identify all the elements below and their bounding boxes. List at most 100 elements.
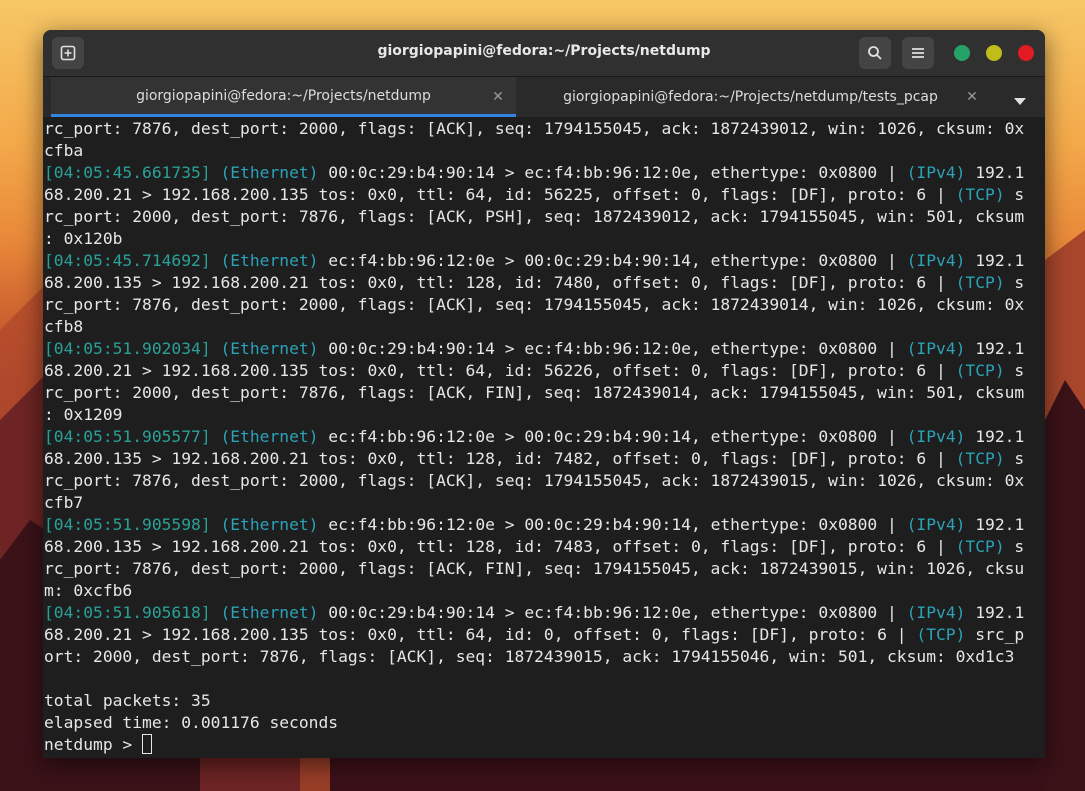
output-text: 192.1 <box>965 515 1025 534</box>
output-text: rc_port: 7876, dest_port: 2000, flags: [… <box>44 119 1025 138</box>
output-text: : 0x1209 <box>44 405 123 424</box>
terminal-line: 68.200.135 > 192.168.200.21 tos: 0x0, tt… <box>44 272 1044 294</box>
terminal-line: ort: 2000, dest_port: 7876, flags: [ACK]… <box>44 646 1044 668</box>
protocol-tag-tcp: (TCP) <box>955 537 1005 556</box>
terminal-line: cfb7 <box>44 492 1044 514</box>
tab-tests-pcap[interactable]: giorgiopapini@fedora:~/Projects/netdump/… <box>518 77 983 117</box>
terminal-line: 68.200.135 > 192.168.200.21 tos: 0x0, tt… <box>44 448 1044 470</box>
output-text: cfb8 <box>44 317 84 336</box>
protocol-tag-ethernet: (Ethernet) <box>220 603 319 622</box>
output-text: ec:f4:bb:96:12:0e > 00:0c:29:b4:90:14, e… <box>318 427 907 446</box>
output-text: src_p <box>965 625 1025 644</box>
terminal-line: elapsed time: 0.001176 seconds <box>44 712 1044 734</box>
terminal-line: [04:05:51.902034] (Ethernet) 00:0c:29:b4… <box>44 338 1044 360</box>
output-text: 192.1 <box>965 163 1025 182</box>
protocol-tag-tcp: (TCP) <box>955 273 1005 292</box>
text-cursor <box>142 734 153 754</box>
protocol-tag-tcp: (TCP) <box>955 361 1005 380</box>
protocol-tag-ethernet: (Ethernet) <box>220 339 319 358</box>
output-text: cfb7 <box>44 493 84 512</box>
output-text: s <box>1004 273 1025 292</box>
summary-text: total packets: 35 <box>44 691 211 710</box>
protocol-tag-ipv4: (IPv4) <box>906 603 966 622</box>
terminal-line: : 0x1209 <box>44 404 1044 426</box>
terminal-line: rc_port: 7876, dest_port: 2000, flags: [… <box>44 558 1044 580</box>
tab-netdump[interactable]: giorgiopapini@fedora:~/Projects/netdump <box>51 77 516 117</box>
protocol-tag-ipv4: (IPv4) <box>906 251 966 270</box>
protocol-tag-tcp: (TCP) <box>916 625 966 644</box>
prompt-line: netdump > <box>44 734 1044 756</box>
terminal-line: rc_port: 7876, dest_port: 2000, flags: [… <box>44 118 1044 140</box>
tab-close-icon[interactable]: ✕ <box>963 88 981 106</box>
shell-prompt: netdump > <box>44 735 143 754</box>
terminal-line: [04:05:45.661735] (Ethernet) 00:0c:29:b4… <box>44 162 1044 184</box>
summary-text: elapsed time: 0.001176 seconds <box>44 713 339 732</box>
output-text: m: 0xcfb6 <box>44 581 133 600</box>
menu-button[interactable] <box>902 37 934 69</box>
protocol-tag-ethernet: (Ethernet) <box>220 515 319 534</box>
maximize-button[interactable] <box>954 45 970 61</box>
output-text: 68.200.135 > 192.168.200.21 tos: 0x0, tt… <box>44 449 956 468</box>
headerbar: giorgiopapini@fedora:~/Projects/netdump <box>43 30 1045 77</box>
output-text: rc_port: 7876, dest_port: 2000, flags: [… <box>44 471 1025 490</box>
output-text: rc_port: 7876, dest_port: 2000, flags: [… <box>44 559 1025 578</box>
protocol-tag-ipv4: (IPv4) <box>906 515 966 534</box>
packet-timestamp: [04:05:51.905577] <box>44 427 211 446</box>
packet-timestamp: [04:05:51.905598] <box>44 515 211 534</box>
close-button[interactable] <box>1018 45 1034 61</box>
terminal-line: 68.200.135 > 192.168.200.21 tos: 0x0, tt… <box>44 536 1044 558</box>
hamburger-menu-icon <box>912 48 924 58</box>
output-text: cfba <box>44 141 84 160</box>
terminal-line <box>44 668 1044 690</box>
output-text: rc_port: 2000, dest_port: 7876, flags: [… <box>44 207 1025 226</box>
search-icon <box>868 46 882 60</box>
terminal-line: rc_port: 7876, dest_port: 2000, flags: [… <box>44 470 1044 492</box>
protocol-tag-ipv4: (IPv4) <box>906 427 966 446</box>
tab-label: giorgiopapini@fedora:~/Projects/netdump <box>136 87 431 104</box>
tab-list-dropdown[interactable] <box>1013 91 1027 110</box>
terminal-line: rc_port: 2000, dest_port: 7876, flags: [… <box>44 382 1044 404</box>
output-text: rc_port: 2000, dest_port: 7876, flags: [… <box>44 383 1025 402</box>
chevron-down-icon <box>1014 98 1026 105</box>
protocol-tag-ethernet: (Ethernet) <box>220 427 319 446</box>
output-text: 192.1 <box>965 251 1025 270</box>
terminal-line: 68.200.21 > 192.168.200.135 tos: 0x0, tt… <box>44 360 1044 382</box>
protocol-tag-ethernet: (Ethernet) <box>220 251 319 270</box>
search-button[interactable] <box>859 37 891 69</box>
output-text: s <box>1004 185 1025 204</box>
packet-timestamp: [04:05:51.905618] <box>44 603 211 622</box>
protocol-tag-ethernet: (Ethernet) <box>220 163 319 182</box>
window-title: giorgiopapini@fedora:~/Projects/netdump <box>377 43 711 59</box>
terminal-line: rc_port: 2000, dest_port: 7876, flags: [… <box>44 206 1044 228</box>
tab-bar: giorgiopapini@fedora:~/Projects/netdump … <box>43 77 1045 117</box>
output-text: 68.200.135 > 192.168.200.21 tos: 0x0, tt… <box>44 537 956 556</box>
output-text: 00:0c:29:b4:90:14 > ec:f4:bb:96:12:0e, e… <box>318 339 907 358</box>
tab-close-icon[interactable]: ✕ <box>489 88 507 106</box>
output-text: 192.1 <box>965 339 1025 358</box>
output-text: s <box>1004 537 1025 556</box>
terminal-line: cfb8 <box>44 316 1044 338</box>
output-text: ec:f4:bb:96:12:0e > 00:0c:29:b4:90:14, e… <box>318 515 907 534</box>
output-text: rc_port: 7876, dest_port: 2000, flags: [… <box>44 295 1025 314</box>
protocol-tag-ipv4: (IPv4) <box>906 339 966 358</box>
minimize-button[interactable] <box>986 45 1002 61</box>
protocol-tag-ipv4: (IPv4) <box>906 163 966 182</box>
output-text: s <box>1004 449 1025 468</box>
output-text: 192.1 <box>965 603 1025 622</box>
terminal-line: total packets: 35 <box>44 690 1044 712</box>
protocol-tag-tcp: (TCP) <box>955 449 1005 468</box>
packet-timestamp: [04:05:51.902034] <box>44 339 211 358</box>
output-text: 68.200.135 > 192.168.200.21 tos: 0x0, tt… <box>44 273 956 292</box>
output-text: 68.200.21 > 192.168.200.135 tos: 0x0, tt… <box>44 625 917 644</box>
terminal-line: 68.200.21 > 192.168.200.135 tos: 0x0, tt… <box>44 624 1044 646</box>
terminal-output[interactable]: rc_port: 7876, dest_port: 2000, flags: [… <box>44 118 1044 758</box>
terminal-line: [04:05:45.714692] (Ethernet) ec:f4:bb:96… <box>44 250 1044 272</box>
terminal-line: rc_port: 7876, dest_port: 2000, flags: [… <box>44 294 1044 316</box>
protocol-tag-tcp: (TCP) <box>955 185 1005 204</box>
tab-label: giorgiopapini@fedora:~/Projects/netdump/… <box>563 89 938 105</box>
